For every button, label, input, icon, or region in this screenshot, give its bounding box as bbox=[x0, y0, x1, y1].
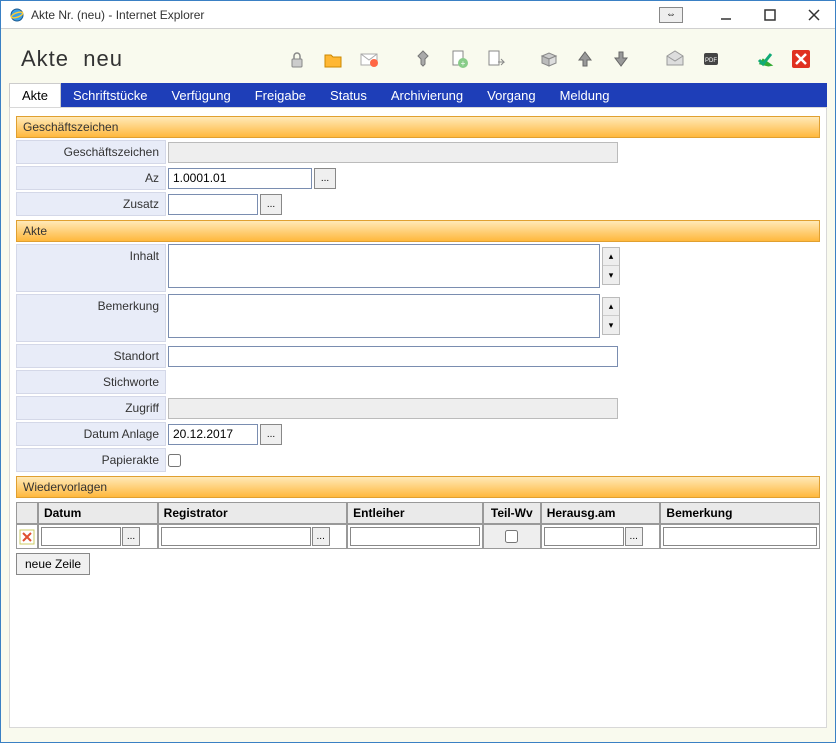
row-registrator-lookup[interactable]: ... bbox=[312, 527, 330, 546]
datum-anlage-field[interactable] bbox=[168, 424, 258, 445]
document-send-icon[interactable] bbox=[481, 45, 509, 73]
tab-status[interactable]: Status bbox=[318, 83, 379, 107]
label-geschaeftszeichen: Geschäftszeichen bbox=[16, 140, 166, 164]
svg-text:+: + bbox=[461, 59, 466, 68]
bemerkung-scroll: ▴ ▾ bbox=[602, 297, 620, 335]
label-inhalt: Inhalt bbox=[16, 244, 166, 292]
main-panel: Geschäftszeichen Geschäftszeichen Az ...… bbox=[9, 107, 827, 728]
folder-icon[interactable] bbox=[319, 45, 347, 73]
close-button[interactable] bbox=[801, 5, 827, 25]
page-title: Akte neu bbox=[21, 46, 283, 72]
grid-header-entleiher: Entleiher bbox=[347, 502, 483, 524]
header-row: Akte neu + PDF bbox=[9, 37, 827, 83]
zugriff-field bbox=[168, 398, 618, 419]
minimize-button[interactable] bbox=[713, 5, 739, 25]
new-row-button[interactable]: neue Zeile bbox=[16, 553, 90, 575]
scroll-up-icon[interactable]: ▴ bbox=[603, 248, 619, 266]
lock-icon[interactable] bbox=[283, 45, 311, 73]
section-geschaeftszeichen: Geschäftszeichen bbox=[16, 116, 820, 138]
table-row: ... ... ... bbox=[16, 524, 820, 549]
label-az: Az bbox=[16, 166, 166, 190]
expand-both-icon[interactable]: ⇔ bbox=[659, 7, 683, 23]
row-datum-lookup[interactable]: ... bbox=[122, 527, 140, 546]
bemerkung-field[interactable] bbox=[168, 294, 600, 338]
row-herausg-lookup[interactable]: ... bbox=[625, 527, 643, 546]
app-window: Akte Nr. (neu) - Internet Explorer ⇔ Akt… bbox=[0, 0, 836, 743]
document-add-icon[interactable]: + bbox=[445, 45, 473, 73]
scroll-down-icon[interactable]: ▾ bbox=[603, 266, 619, 284]
label-datum-anlage: Datum Anlage bbox=[16, 422, 166, 446]
page-title-b: neu bbox=[83, 46, 123, 71]
pdf-icon[interactable]: PDF bbox=[697, 45, 725, 73]
tabs: Akte Schriftstücke Verfügung Freigabe St… bbox=[9, 83, 827, 107]
grid-header-registrator: Registrator bbox=[158, 502, 348, 524]
row-registrator-field[interactable] bbox=[161, 527, 311, 546]
toolbar-spacer bbox=[643, 45, 653, 73]
box-icon[interactable] bbox=[535, 45, 563, 73]
grid-header-teilwv: Teil-Wv bbox=[483, 502, 541, 524]
grid-header-actions bbox=[16, 502, 38, 524]
envelope-icon[interactable] bbox=[661, 45, 689, 73]
mail-icon[interactable] bbox=[355, 45, 383, 73]
check-icon[interactable] bbox=[751, 45, 779, 73]
az-lookup-button[interactable]: ... bbox=[314, 168, 336, 189]
toolbar: + PDF bbox=[283, 45, 815, 73]
grid-header-datum: Datum bbox=[38, 502, 158, 524]
pin-icon[interactable] bbox=[409, 45, 437, 73]
label-zugriff: Zugriff bbox=[16, 396, 166, 420]
papierakte-checkbox[interactable] bbox=[168, 454, 181, 467]
inhalt-field[interactable] bbox=[168, 244, 600, 288]
tab-freigabe[interactable]: Freigabe bbox=[243, 83, 318, 107]
section-wiedervorlagen: Wiedervorlagen bbox=[16, 476, 820, 498]
zusatz-field[interactable] bbox=[168, 194, 258, 215]
zusatz-lookup-button[interactable]: ... bbox=[260, 194, 282, 215]
tab-meldung[interactable]: Meldung bbox=[548, 83, 622, 107]
row-herausg-field[interactable] bbox=[544, 527, 624, 546]
page-title-a: Akte bbox=[21, 46, 69, 71]
close-icon[interactable] bbox=[787, 45, 815, 73]
content-area: Akte neu + PDF bbox=[1, 29, 835, 742]
geschaeftszeichen-field bbox=[168, 142, 618, 163]
datum-anlage-lookup-button[interactable]: ... bbox=[260, 424, 282, 445]
toolbar-spacer bbox=[517, 45, 527, 73]
window-controls bbox=[713, 5, 827, 25]
arrow-down-icon[interactable] bbox=[607, 45, 635, 73]
tab-archivierung[interactable]: Archivierung bbox=[379, 83, 475, 107]
tab-schriftstuecke[interactable]: Schriftstücke bbox=[61, 83, 159, 107]
grid-header: Datum Registrator Entleiher Teil-Wv Hera… bbox=[16, 502, 820, 524]
wiedervorlagen-grid: Datum Registrator Entleiher Teil-Wv Hera… bbox=[16, 502, 820, 549]
row-bemerkung-field[interactable] bbox=[663, 527, 817, 546]
titlebar: Akte Nr. (neu) - Internet Explorer ⇔ bbox=[1, 1, 835, 29]
tab-verfuegung[interactable]: Verfügung bbox=[159, 83, 242, 107]
grid-header-bemerkung: Bemerkung bbox=[660, 502, 820, 524]
standort-field[interactable] bbox=[168, 346, 618, 367]
label-zusatz: Zusatz bbox=[16, 192, 166, 216]
label-stichworte: Stichworte bbox=[16, 370, 166, 394]
toolbar-spacer bbox=[733, 45, 743, 73]
toolbar-spacer bbox=[391, 45, 401, 73]
label-papierakte: Papierakte bbox=[16, 448, 166, 472]
row-entleiher-field[interactable] bbox=[350, 527, 480, 546]
tab-akte[interactable]: Akte bbox=[9, 83, 61, 107]
grid-header-herausg: Herausg.am bbox=[541, 502, 661, 524]
maximize-button[interactable] bbox=[757, 5, 783, 25]
az-field[interactable] bbox=[168, 168, 312, 189]
tab-vorgang[interactable]: Vorgang bbox=[475, 83, 547, 107]
window-title: Akte Nr. (neu) - Internet Explorer bbox=[31, 8, 659, 22]
delete-row-icon[interactable] bbox=[19, 529, 35, 545]
label-bemerkung: Bemerkung bbox=[16, 294, 166, 342]
scroll-up-icon[interactable]: ▴ bbox=[603, 298, 619, 316]
row-datum-field[interactable] bbox=[41, 527, 121, 546]
ie-icon bbox=[9, 7, 25, 23]
svg-text:PDF: PDF bbox=[705, 58, 717, 64]
row-teilwv-checkbox[interactable] bbox=[505, 530, 518, 543]
section-akte: Akte bbox=[16, 220, 820, 242]
arrow-up-icon[interactable] bbox=[571, 45, 599, 73]
label-standort: Standort bbox=[16, 344, 166, 368]
inhalt-scroll: ▴ ▾ bbox=[602, 247, 620, 285]
scroll-down-icon[interactable]: ▾ bbox=[603, 316, 619, 334]
